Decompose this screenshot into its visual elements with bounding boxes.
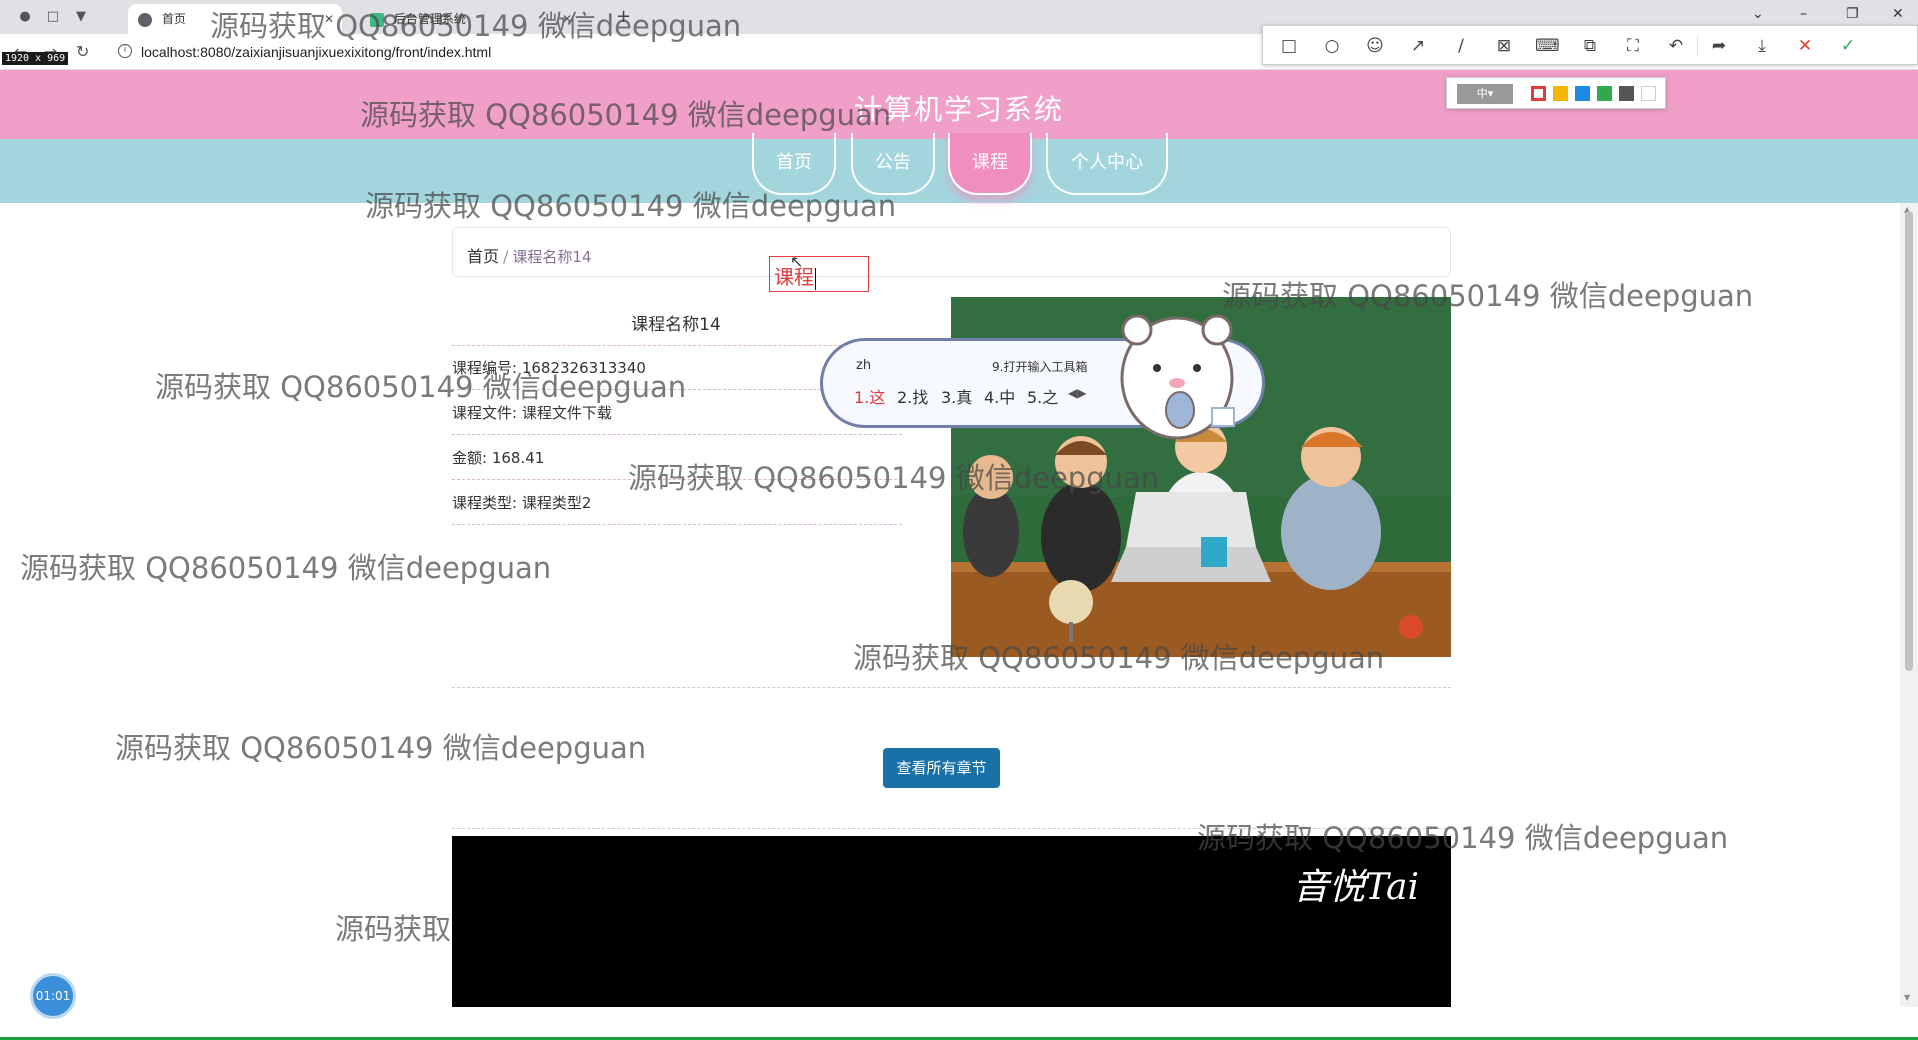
tab-search-icon[interactable]: ⌄ [1752, 6, 1764, 22]
ime-candidate[interactable]: 4.中 [984, 384, 1015, 408]
mouse-cursor-icon: ↖ [790, 252, 804, 271]
restore-icon[interactable]: ❐ [1846, 6, 1859, 22]
color-swatch-white[interactable] [1641, 86, 1656, 101]
reload-icon[interactable]: ↻ [76, 42, 89, 61]
screenshot-toolbar: □ ○ ☺ ↗ ∕ ⊠ ⌨ ⧉ ⛶ ↶ ➦ ⤓ ✕ ✓ [1262, 25, 1918, 65]
window-close-icon[interactable]: ✕ [1892, 6, 1904, 22]
download-icon[interactable]: ⤓ [1750, 34, 1774, 58]
detail-label: 金额: [452, 449, 488, 467]
detail-label: 课程类型: [452, 494, 518, 512]
view-all-chapters-button[interactable]: 查看所有章节 [883, 748, 1000, 788]
watermark: 源码获取 [335, 912, 452, 946]
text-style-panel: 中▾ [1446, 77, 1666, 109]
ime-candidate-window: zh 9.打开输入工具箱 1.这 2.找 3.真 4.中 5.之 ◀▶ [820, 314, 1265, 440]
ime-candidate[interactable]: 1.这 [854, 384, 885, 408]
capture-region-icon[interactable]: ⛶ [1621, 34, 1645, 58]
detail-label: 课程编号: [452, 359, 518, 377]
file-download-link[interactable]: 课程文件下载 [522, 404, 612, 422]
ime-pinyin: zh [856, 358, 872, 373]
detail-label: 课程文件: [452, 404, 518, 422]
tab-home[interactable]: 首页 ✕ [128, 4, 342, 34]
tab-admin[interactable]: 后台管理系统 ✕ [360, 4, 580, 34]
url-field[interactable]: localhost:8080/zaixianjisuanjixuexixiton… [141, 44, 491, 60]
nav-home[interactable]: 首页 [752, 133, 836, 195]
course-video-player[interactable]: 音悦Tai [452, 836, 1451, 1007]
detail-value: 1682326313340 [521, 359, 646, 377]
close-tab-icon[interactable]: ✕ [324, 4, 334, 34]
tab-label: 后台管理系统 [393, 12, 466, 26]
tab-group-icon[interactable]: □ [44, 8, 62, 26]
vue-logo-icon [370, 12, 384, 27]
breadcrumb: 首页 / 课程名称14 [452, 227, 1451, 277]
ime-page-arrows-icon[interactable]: ◀▶ [1068, 386, 1086, 400]
ime-candidate[interactable]: 3.真 [941, 384, 972, 408]
course-name: 课程名称14 [631, 315, 721, 335]
text-caret [815, 267, 816, 290]
ime-candidate[interactable]: 5.之 [1027, 384, 1058, 408]
page-scrollbar[interactable]: ▲ ▼ [1900, 203, 1918, 1007]
detail-row-price: 金额: 168.41 [452, 436, 902, 480]
rectangle-tool-icon[interactable]: □ [1277, 34, 1301, 58]
color-swatch-gray[interactable] [1619, 86, 1634, 101]
detail-value: 课程类型2 [521, 494, 592, 512]
arrow-tool-icon[interactable]: ↗ [1406, 34, 1430, 58]
pin-tool-icon[interactable]: ⧉ [1578, 34, 1602, 58]
recording-timer: 01:01 [30, 973, 76, 1019]
globe-icon [138, 12, 152, 27]
scroll-down-icon[interactable]: ▼ [1904, 993, 1910, 1002]
breadcrumb-home[interactable]: 首页 [467, 247, 499, 266]
cancel-capture-icon[interactable]: ✕ [1793, 34, 1817, 58]
ellipse-tool-icon[interactable]: ○ [1320, 34, 1344, 58]
mosaic-tool-icon[interactable]: ⊠ [1492, 34, 1516, 58]
new-tab-button[interactable]: + [616, 6, 631, 27]
dimensions-badge: 1920 x 969 [2, 52, 69, 65]
video-watermark: 音悦Tai [1292, 867, 1419, 908]
annotation-textbox[interactable]: 课程 [769, 256, 869, 292]
text-tool-icon[interactable]: ⌨ [1535, 34, 1560, 58]
section-divider [452, 687, 1451, 688]
nav-profile[interactable]: 个人中心 [1046, 133, 1168, 195]
detail-row-type: 课程类型: 课程类型2 [452, 481, 902, 525]
close-tab-icon[interactable]: ✕ [562, 4, 572, 34]
color-swatch-blue[interactable] [1575, 86, 1590, 101]
watermark: 源码获取 QQ86050149 微信deepguan [115, 731, 647, 765]
nav-course[interactable]: 课程 [948, 133, 1032, 195]
emoji-tool-icon[interactable]: ☺ [1363, 34, 1387, 58]
minimize-icon[interactable]: – [1800, 6, 1807, 22]
undo-icon[interactable]: ↶ [1664, 34, 1688, 58]
toolbar-separator [1697, 36, 1698, 56]
nav-notice[interactable]: 公告 [851, 133, 935, 195]
breadcrumb-current: 课程名称14 [512, 248, 592, 266]
ime-mascot-icon [1120, 314, 1235, 440]
color-swatch-red[interactable] [1531, 86, 1546, 101]
font-size-select[interactable]: 中▾ [1457, 84, 1513, 104]
breadcrumb-separator: / [503, 247, 509, 266]
main-nav: 首页 公告 课程 个人中心 [0, 133, 1918, 203]
ime-toolbox-hint[interactable]: 9.打开输入工具箱 [992, 358, 1087, 375]
vue-devtools-icon[interactable]: ▼ [72, 8, 90, 26]
line-tool-icon[interactable]: ∕ [1449, 34, 1473, 58]
site-info-icon[interactable]: i [118, 44, 132, 58]
color-swatch-green[interactable] [1597, 86, 1612, 101]
browser-menu-icon[interactable]: ● [16, 8, 34, 26]
share-icon[interactable]: ➦ [1707, 34, 1731, 58]
watermark: 源码获取 QQ86050149 微信deepguan [20, 551, 552, 585]
detail-value: 168.41 [491, 449, 545, 467]
color-swatch-yellow[interactable] [1553, 86, 1568, 101]
ime-candidate[interactable]: 2.找 [897, 384, 928, 408]
section-divider [452, 828, 1451, 829]
tab-label: 首页 [161, 12, 186, 26]
confirm-capture-icon[interactable]: ✓ [1836, 34, 1860, 58]
scroll-thumb[interactable] [1905, 211, 1913, 671]
